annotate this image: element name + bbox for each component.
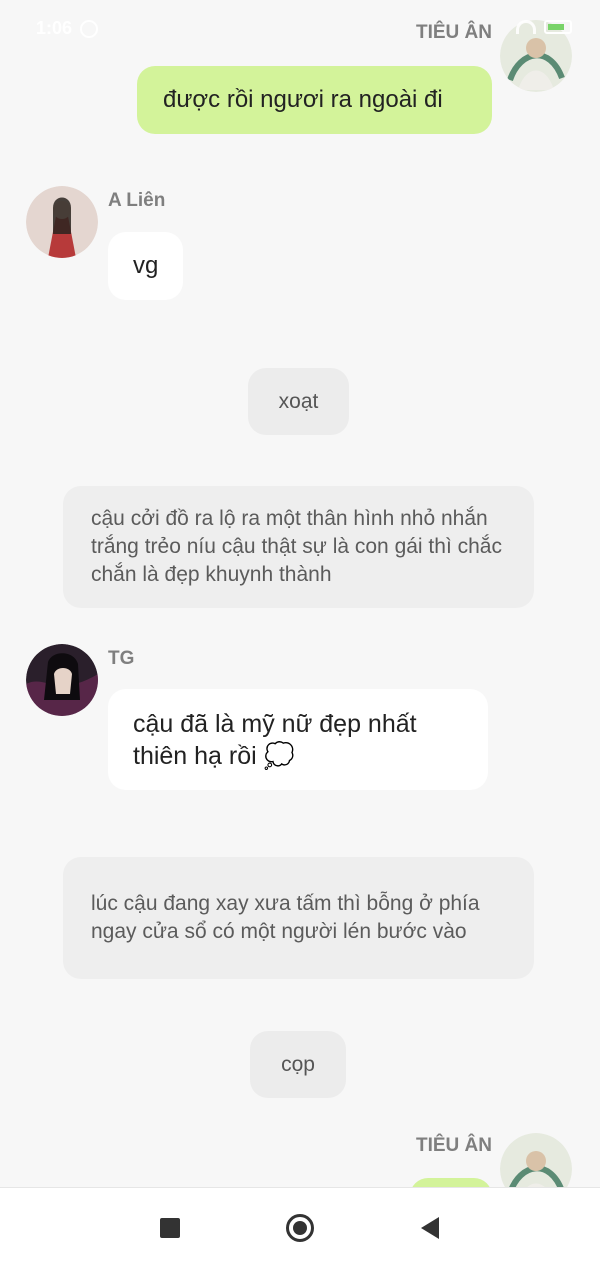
sound-effect-bubble[interactable]: cọp — [250, 1031, 346, 1098]
navigation-bar — [0, 1187, 600, 1267]
home-button[interactable] — [280, 1208, 320, 1248]
sender-name: TIÊU ÂN — [416, 1135, 492, 1156]
sound-effect-bubble[interactable]: xoạt — [248, 368, 349, 435]
alarm-icon — [80, 19, 99, 38]
wifi-icon — [516, 20, 536, 34]
back-button[interactable] — [410, 1208, 450, 1248]
sender-name: A Liên — [108, 190, 166, 211]
narration-box[interactable]: cậu cởi đồ ra lộ ra một thân hình nhỏ nh… — [63, 486, 534, 608]
sender-name: TIÊU ÂN — [416, 22, 492, 43]
triangle-back-icon — [421, 1216, 439, 1239]
narration-box[interactable]: lúc cậu đang xay xưa tấm thì bỗng ở phía… — [63, 857, 534, 979]
message-bubble[interactable]: được rồi ngươi ra ngoài đi — [137, 66, 492, 134]
message-bubble[interactable]: cậu đã là mỹ nữ đẹp nhất thiên hạ rồi 💭 — [108, 689, 488, 790]
battery-icon — [544, 20, 572, 34]
square-icon — [160, 1217, 180, 1238]
avatar[interactable] — [26, 644, 98, 716]
recents-button[interactable] — [150, 1208, 190, 1248]
message-bubble[interactable]: vg — [108, 232, 184, 300]
avatar[interactable] — [26, 186, 98, 258]
status-time: 1:06 — [36, 18, 73, 38]
sender-name: TG — [108, 648, 135, 669]
circle-icon — [286, 1213, 314, 1242]
